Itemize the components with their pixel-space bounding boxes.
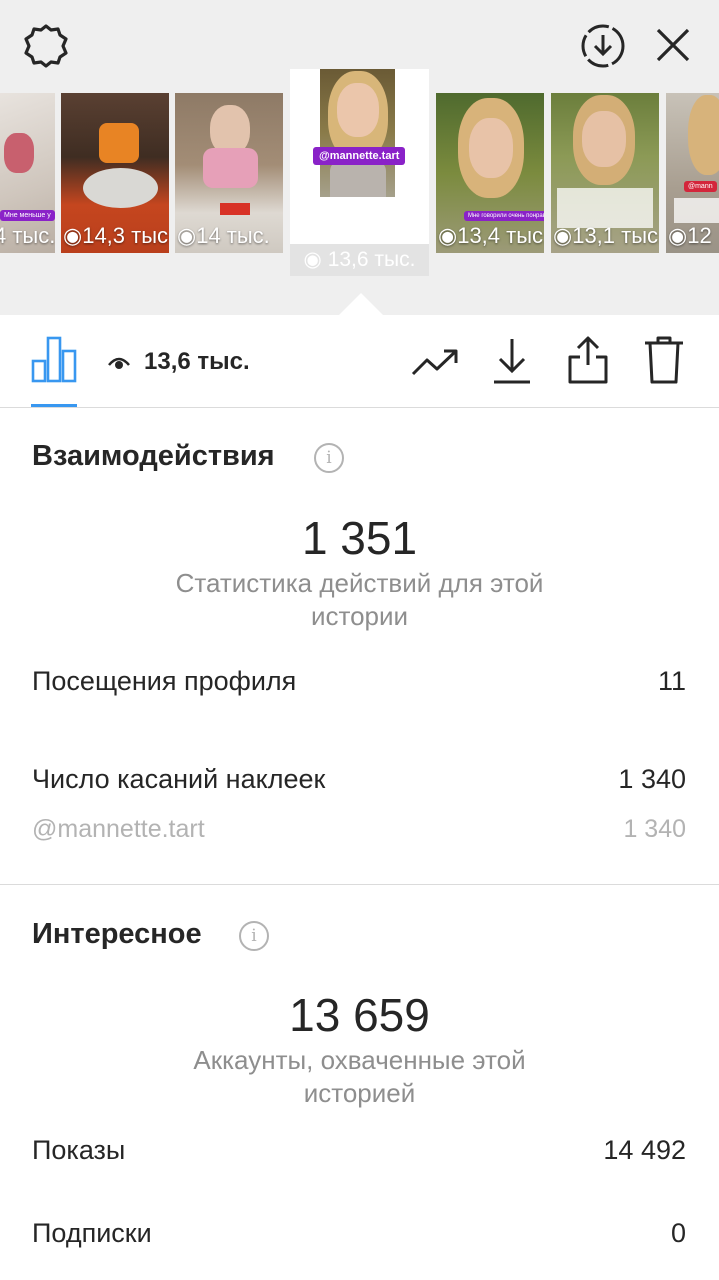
story-views: ◉13,1 тыс.	[551, 223, 659, 249]
eye-icon: ◉	[63, 223, 83, 248]
story-views: 4 тыс.	[0, 223, 55, 249]
eye-icon: ◉	[553, 223, 573, 248]
story-views: ◉14,3 тыс.	[61, 223, 169, 249]
eye-icon: ◉	[303, 248, 328, 271]
story-views-label: 4 тыс.	[0, 223, 55, 248]
story-thumbnail[interactable]: ◉13,1 тыс.	[551, 93, 659, 253]
trash-icon[interactable]	[643, 335, 685, 385]
download-icon[interactable]	[492, 337, 532, 385]
story-views-label: 14,3 тыс.	[82, 223, 169, 248]
close-x-icon[interactable]	[655, 27, 691, 63]
story-views-label: 13,4 тыс.	[457, 223, 544, 248]
interactions-total: 1 351	[301, 512, 418, 564]
story-toolbar: 13,6 тыс.	[0, 315, 719, 408]
story-views: ◉14 тыс.	[175, 223, 283, 249]
discovery-title: Интересное	[32, 918, 202, 950]
active-tab-indicator	[31, 404, 77, 407]
story-sticker: Мне меньше у	[0, 210, 55, 221]
circle-download-icon[interactable]	[580, 23, 626, 69]
story-views: ◉12	[666, 223, 719, 249]
story-text-overlay	[674, 198, 719, 223]
impressions-value: 14 492	[603, 1135, 686, 1165]
selection-caret	[339, 293, 383, 315]
share-icon[interactable]	[567, 335, 609, 385]
discovery-total: 13 659	[289, 989, 430, 1041]
selected-story-views: ◉ 13,6 тыс.	[290, 244, 429, 276]
follows-label: Подписки	[32, 1218, 152, 1248]
interactions-title: Взаимодействия	[32, 440, 275, 472]
story-text-overlay	[557, 188, 653, 228]
sticker-taps-value: 1 340	[618, 764, 686, 794]
story-views-label: 14 тыс.	[196, 223, 270, 248]
sticker-taps-label: Число касаний наклеек	[32, 764, 326, 794]
story-thumbnail[interactable]: @mann ◉12	[666, 93, 719, 253]
impressions-label: Показы	[32, 1135, 126, 1165]
follows-value: 0	[670, 1218, 686, 1248]
story-views-label: 12	[687, 223, 712, 248]
story-thumbnail[interactable]: ◉14,3 тыс.	[61, 93, 169, 253]
interactions-subtitle: Статистика действий для этой истории	[175, 568, 544, 631]
section-divider	[0, 884, 719, 885]
selected-story-image	[320, 69, 395, 197]
mention-sticker: @mannette.tart	[313, 147, 406, 165]
story-sticker: @mann	[684, 181, 717, 192]
sticker-mention-value: 1 340	[623, 815, 686, 843]
eye-icon: ◉	[668, 223, 688, 248]
profile-visits-value: 11	[657, 666, 686, 696]
story-views-label: 13,1 тыс.	[572, 223, 659, 248]
discovery-info-icon[interactable]: i	[239, 921, 269, 951]
profile-visits-label: Посещения профиля	[32, 666, 297, 696]
discovery-subtitle: Аккаунты, охваченные этой историей	[193, 1045, 526, 1108]
story-thumbnail[interactable]: Мне говорили очень понравилось ... ◉13,4…	[436, 93, 544, 253]
story-views: ◉13,4 тыс.	[436, 223, 544, 249]
story-carousel-area: Мне меньше у 4 тыс. ◉14,3 тыс. ◉14 тыс. …	[0, 0, 719, 315]
settings-gear-icon[interactable]	[22, 22, 70, 70]
trend-icon[interactable]	[411, 347, 459, 377]
eye-icon: ◉	[177, 223, 197, 248]
views-count: 13,6 тыс.	[108, 348, 250, 376]
selected-story-views-label: 13,6 тыс.	[327, 248, 416, 271]
eye-icon	[108, 357, 130, 369]
bar-chart-icon[interactable]	[31, 335, 77, 383]
story-thumbnail[interactable]: ◉14 тыс.	[175, 93, 283, 253]
story-sticker: Мне говорили очень понравилось ...	[464, 211, 544, 221]
selected-story-card[interactable]: @mannette.tart ◉ 13,6 тыс.	[290, 69, 429, 276]
eye-icon: ◉	[438, 223, 458, 248]
views-count-label: 13,6 тыс.	[144, 348, 250, 375]
sticker-mention-label: @mannette.tart	[32, 815, 205, 843]
interactions-info-icon[interactable]: i	[314, 443, 344, 473]
story-thumbnail[interactable]: Мне меньше у 4 тыс.	[0, 93, 55, 253]
